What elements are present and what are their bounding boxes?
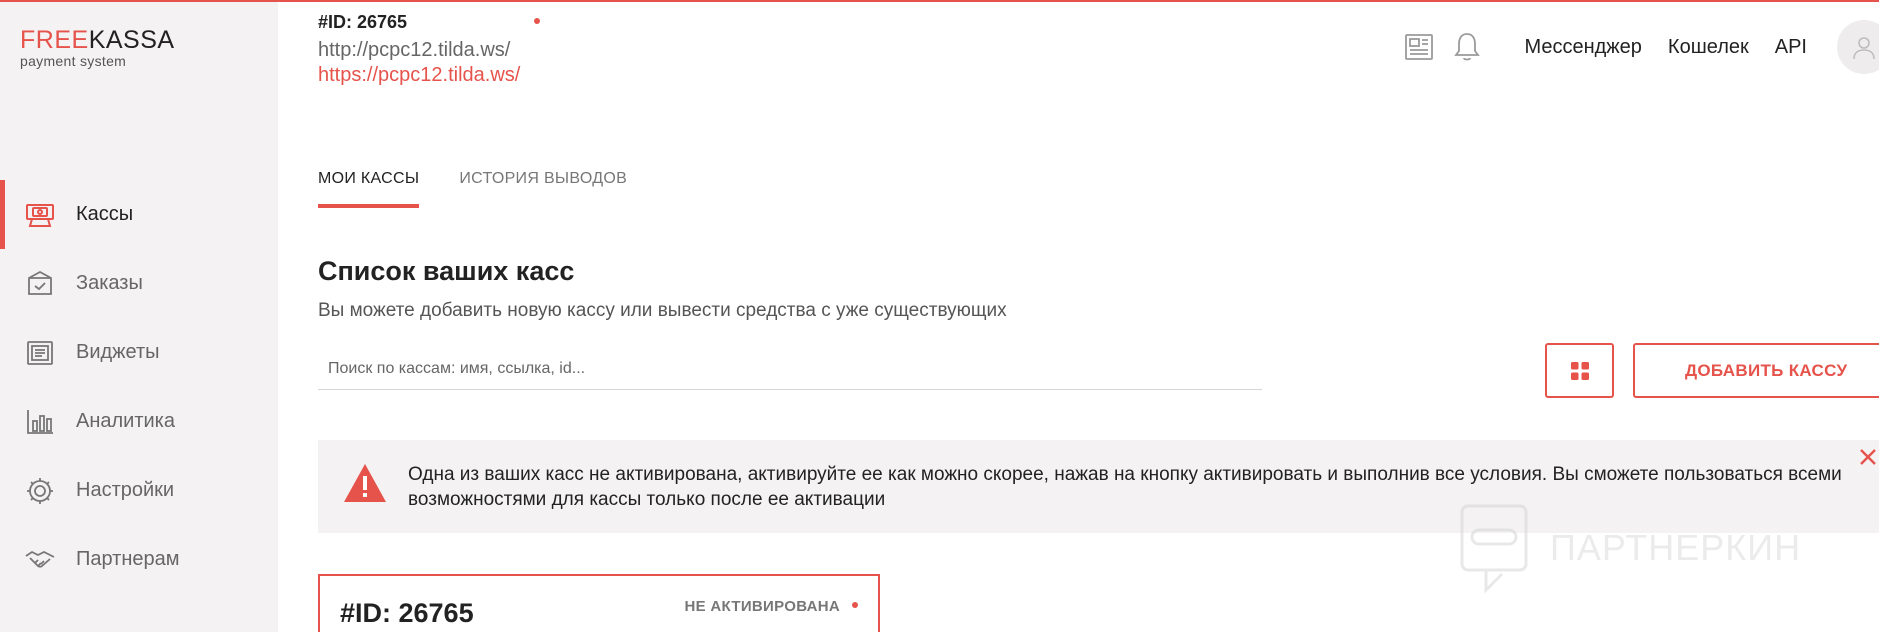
tabs: МОИ КАССЫ ИСТОРИЯ ВЫВОДОВ bbox=[318, 170, 667, 208]
site-id: #ID: 26765 bbox=[318, 12, 408, 32]
sidebar: FREEKASSA payment system Кассы Заказы Ви… bbox=[0, 2, 278, 632]
gear-icon bbox=[24, 475, 56, 507]
logo[interactable]: FREEKASSA payment system bbox=[20, 26, 175, 69]
status-dot-icon bbox=[852, 602, 858, 608]
analytics-chart-icon bbox=[24, 406, 56, 438]
sidebar-item-partneram[interactable]: Партнерам bbox=[0, 525, 278, 594]
header-nav: Мессенджер Кошелек API bbox=[1402, 20, 1879, 74]
grid-view-button[interactable] bbox=[1545, 343, 1614, 398]
user-avatar-icon[interactable] bbox=[1837, 20, 1879, 74]
tab-my-kassy[interactable]: МОИ КАССЫ bbox=[318, 170, 420, 208]
logo-rest: KASSA bbox=[88, 26, 175, 54]
header-link-api[interactable]: API bbox=[1775, 36, 1807, 59]
bell-icon[interactable] bbox=[1450, 30, 1484, 64]
cash-register-icon bbox=[24, 199, 56, 231]
site-url-primary[interactable]: http://pcpc12.tilda.ws/ bbox=[318, 39, 520, 62]
kassa-card[interactable]: #ID: 26765 НЕ АКТИВИРОВАНА bbox=[318, 574, 880, 632]
sidebar-item-vidzhety[interactable]: Виджеты bbox=[0, 318, 278, 387]
search-input[interactable] bbox=[318, 350, 1262, 388]
sidebar-item-nastroiki[interactable]: Настройки bbox=[0, 456, 278, 525]
sidebar-nav: Кассы Заказы Виджеты Аналитика Настройки… bbox=[0, 180, 278, 594]
logo-wordmark: FREEKASSA bbox=[20, 26, 175, 55]
header-link-messenger[interactable]: Мессенджер bbox=[1524, 36, 1641, 59]
watermark: ПАРТНЕРКИН bbox=[1458, 502, 1801, 594]
warning-icon bbox=[342, 462, 388, 504]
sidebar-item-label: Аналитика bbox=[76, 410, 175, 432]
order-box-icon bbox=[24, 268, 56, 300]
tab-withdraw-history[interactable]: ИСТОРИЯ ВЫВОДОВ bbox=[459, 170, 627, 208]
site-url-secondary[interactable]: https://pcpc12.tilda.ws/ bbox=[318, 64, 520, 87]
page-title: Список ваших касс bbox=[318, 256, 575, 286]
page-subtitle: Вы можете добавить новую кассу или вывес… bbox=[318, 300, 1007, 321]
watermark-logo-icon bbox=[1460, 504, 1528, 594]
header-link-wallet[interactable]: Кошелек bbox=[1668, 36, 1749, 59]
widget-icon bbox=[24, 337, 56, 369]
status-dot-icon bbox=[534, 18, 540, 24]
sidebar-item-label: Заказы bbox=[76, 272, 143, 294]
grid-icon bbox=[1570, 361, 1589, 380]
logo-tagline: payment system bbox=[20, 53, 127, 69]
add-kassa-button[interactable]: ДОБАВИТЬ КАССУ bbox=[1633, 343, 1879, 398]
sidebar-item-kassy[interactable]: Кассы bbox=[0, 180, 278, 249]
sidebar-item-label: Кассы bbox=[76, 203, 134, 225]
close-icon[interactable] bbox=[1857, 446, 1879, 468]
sidebar-item-label: Партнерам bbox=[76, 548, 180, 570]
search-field bbox=[318, 350, 1262, 390]
sidebar-item-analitika[interactable]: Аналитика bbox=[0, 387, 278, 456]
news-icon[interactable] bbox=[1402, 30, 1436, 64]
sidebar-item-zakazy[interactable]: Заказы bbox=[0, 249, 278, 318]
watermark-text: ПАРТНЕРКИН bbox=[1550, 527, 1802, 568]
top-accent-line bbox=[0, 0, 1879, 2]
site-info: #ID: 26765 http://pcpc12.tilda.ws/ https… bbox=[318, 12, 540, 87]
status-badge: НЕ АКТИВИРОВАНА bbox=[684, 598, 840, 615]
sidebar-item-label: Виджеты bbox=[76, 341, 160, 363]
sidebar-item-label: Настройки bbox=[76, 479, 175, 501]
logo-accent: FREE bbox=[20, 26, 89, 54]
kassa-card-id: #ID: 26765 bbox=[340, 598, 474, 628]
handshake-icon bbox=[24, 544, 56, 576]
